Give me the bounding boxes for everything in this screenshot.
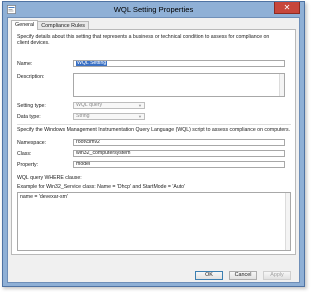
name-label: Name: <box>17 61 33 67</box>
class-field[interactable]: win32_computersystem <box>73 150 285 157</box>
namespace-field[interactable]: root\cimv2 <box>73 139 285 146</box>
description-field[interactable] <box>73 73 285 97</box>
setting-type-select[interactable]: WQL query ▼ <box>73 102 145 109</box>
class-label: Class: <box>17 151 32 157</box>
name-field[interactable]: WQL Setting <box>73 60 285 67</box>
setting-type-label: Setting type: <box>17 103 46 109</box>
chevron-down-icon: ▼ <box>138 114 142 119</box>
chevron-down-icon: ▼ <box>138 103 142 108</box>
wql-intro-text: Specify the Windows Management Instrumen… <box>17 127 291 133</box>
apply-button[interactable]: Apply <box>263 271 291 280</box>
close-icon[interactable]: ✕ <box>274 2 300 14</box>
property-label: Property: <box>17 162 39 168</box>
data-type-value: String <box>76 113 90 119</box>
window-title: WQL Setting Properties <box>113 5 194 14</box>
title-bar[interactable]: WQL Setting Properties ✕ <box>3 2 304 17</box>
where-clause-value: name = 'devexar-sm' <box>20 194 68 200</box>
property-field[interactable]: model <box>73 161 285 168</box>
dialog-client-area: General Compliance Rules Specify details… <box>7 17 300 283</box>
example-text: Example for Win32_Service class: Name = … <box>17 184 186 190</box>
name-field-value: WQL Setting <box>76 60 108 66</box>
description-label: Description: <box>17 74 45 80</box>
tab-general[interactable]: General <box>11 20 39 30</box>
where-clause-label: WQL query WHERE clause: <box>17 175 82 181</box>
intro-text: Specify details about this setting that … <box>17 34 270 46</box>
description-scrollbar[interactable] <box>279 74 284 96</box>
dialog-window: WQL Setting Properties ✕ General Complia… <box>2 1 305 287</box>
cancel-button[interactable]: Cancel <box>229 271 257 280</box>
data-type-label: Data type: <box>17 114 41 120</box>
section-divider <box>17 124 291 125</box>
namespace-label: Namespace: <box>17 140 47 146</box>
where-clause-scrollbar[interactable] <box>285 193 290 250</box>
general-panel: Specify details about this setting that … <box>11 29 296 255</box>
setting-type-value: WQL query <box>76 102 103 108</box>
ok-button[interactable]: OK <box>195 271 223 280</box>
where-clause-field[interactable]: name = 'devexar-sm' <box>17 192 291 251</box>
data-type-select[interactable]: String ▼ <box>73 113 145 120</box>
